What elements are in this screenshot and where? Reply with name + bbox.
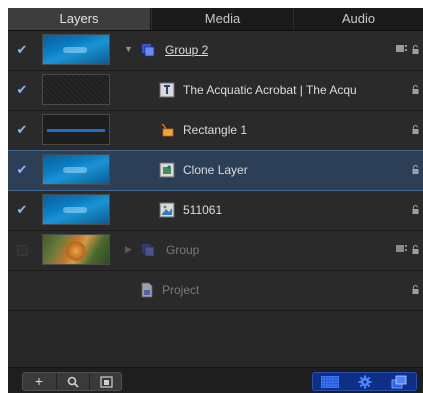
layer-thumbnail [42, 154, 110, 185]
disclosure-expanded-icon[interactable]: ▼ [124, 44, 133, 54]
footer-toolbar: + [8, 367, 423, 393]
layer-thumbnail [42, 34, 110, 65]
stack-icon[interactable] [382, 373, 416, 390]
export-icon[interactable] [89, 373, 122, 390]
gear-icon[interactable] [348, 373, 382, 390]
lock-icon[interactable] [412, 245, 419, 254]
layer-thumbnail [42, 234, 110, 265]
add-icon[interactable]: + [23, 373, 55, 390]
layer-row-clone[interactable]: ✔ Clone Layer [8, 150, 423, 191]
layer-thumbnail [42, 114, 110, 145]
layer-group-icon [396, 245, 407, 252]
visibility-checkbox[interactable]: ✔ [15, 163, 29, 177]
layer-row-group[interactable]: ▶ Group [8, 231, 423, 271]
layer-name: Clone Layer [183, 163, 248, 177]
text-layer-icon [159, 82, 175, 98]
layer-name: Group 2 [165, 43, 209, 57]
lock-icon[interactable] [412, 85, 419, 94]
visibility-checkbox[interactable]: ✔ [15, 123, 29, 137]
project-icon [141, 282, 153, 298]
disclosure-collapsed-icon[interactable]: ▶ [125, 244, 132, 255]
visibility-checkbox[interactable]: ✔ [15, 43, 29, 57]
layer-row-image[interactable]: ✔ 511061 [8, 191, 423, 231]
layer-name: Project [162, 283, 200, 297]
clone-layer-icon [159, 162, 175, 178]
lock-icon[interactable] [412, 285, 419, 294]
shape-icon [161, 123, 174, 137]
lock-icon[interactable] [412, 125, 419, 134]
footer-left-button-group: + [22, 372, 122, 391]
tab-media[interactable]: Media [151, 8, 293, 30]
footer-right-button-group [312, 372, 417, 391]
checkerboard-icon[interactable] [313, 373, 347, 390]
group-icon [142, 244, 155, 257]
layer-row-text[interactable]: ✔ The Acquatic Acrobat | The Acqu [8, 71, 423, 111]
layer-row-rectangle[interactable]: ✔ Rectangle 1 [8, 111, 423, 151]
visibility-checkbox[interactable] [15, 243, 29, 257]
layer-name: Group [166, 243, 200, 257]
layer-name: Rectangle 1 [183, 123, 248, 137]
tab-layers[interactable]: Layers [8, 8, 151, 30]
tab-audio[interactable]: Audio [293, 8, 423, 30]
layer-thumbnail [42, 194, 110, 225]
layer-name: 511061 [183, 203, 223, 217]
layer-thumbnail [42, 74, 110, 105]
lock-icon[interactable] [412, 165, 419, 174]
layer-name: The Acquatic Acrobat | The Acqu [183, 83, 357, 97]
layer-group-icon [396, 45, 407, 52]
group-icon [142, 44, 155, 57]
lock-icon[interactable] [412, 205, 419, 214]
layer-row-project[interactable]: Project [8, 271, 423, 311]
visibility-checkbox[interactable]: ✔ [15, 203, 29, 217]
lock-icon[interactable] [412, 45, 419, 54]
tab-bar: Layers Media Audio [8, 8, 423, 31]
search-icon[interactable] [56, 373, 89, 390]
layers-panel: Layers Media Audio ✔ ▼ Group 2 ✔ The Acq… [8, 8, 423, 393]
visibility-checkbox[interactable]: ✔ [15, 83, 29, 97]
layer-row-group-2[interactable]: ✔ ▼ Group 2 [8, 31, 423, 71]
image-icon [159, 202, 175, 218]
